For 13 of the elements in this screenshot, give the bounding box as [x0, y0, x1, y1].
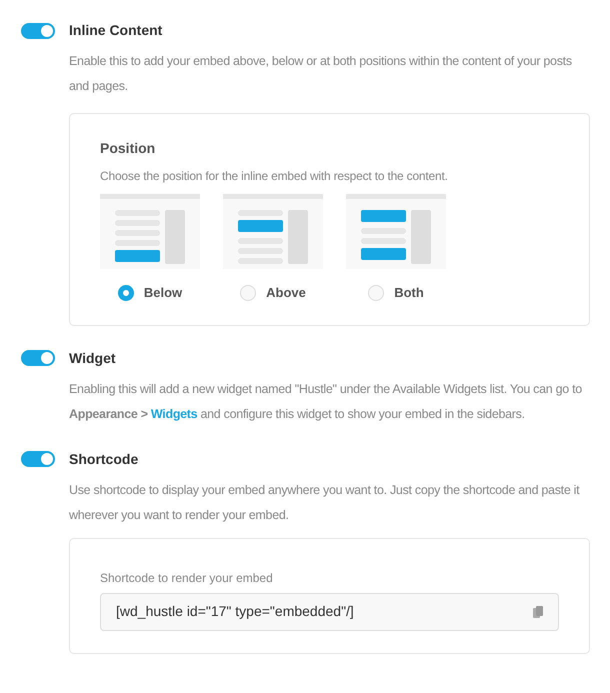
panel-title: Position [100, 139, 156, 158]
section-title: Widget [69, 348, 116, 368]
section-title: Inline Content [69, 21, 162, 40]
section-description: Enable this to add your embed above, below or at both positions within the content of your posts and pages. [69, 53, 573, 95]
shortcode-field[interactable]: [wd_hustle id="17" type="embedded"/] [100, 592, 559, 630]
section-title: Shortcode [69, 450, 138, 468]
section-description: Enabling this will add a new widget named "Hustle" under the Available Widgets list. You can go to Appearance > Widgets and configure this widget to show your embed in the sidebars. [69, 380, 583, 423]
radio-option[interactable]: Both [368, 283, 424, 302]
field-label: Shortcode to render your embed [100, 570, 274, 586]
panel-hint: Choose the position for the inline embed with respect to the content. [100, 168, 449, 185]
radio-option[interactable]: Below [118, 283, 182, 302]
radio-option[interactable]: Above [240, 283, 306, 302]
section-description: Use shortcode to display your embed anywhere you want to. Just copy the shortcode and paste it wherever you want to render your embed. [69, 482, 580, 524]
